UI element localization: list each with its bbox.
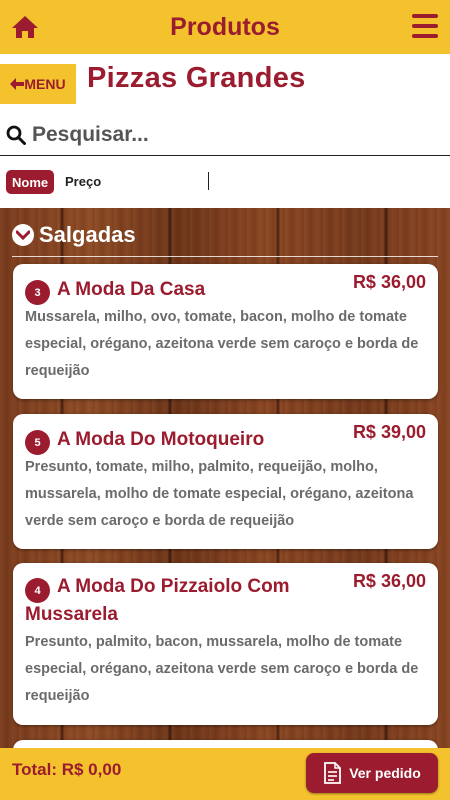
product-card[interactable]: 3 A Moda Da Casa R$ 36,00 Mussarela, mil…: [13, 264, 438, 399]
view-order-button[interactable]: Ver pedido: [306, 753, 438, 793]
product-card[interactable]: 5 A Moda Do Motoqueiro R$ 39,00 Presunto…: [13, 414, 438, 549]
document-icon: [324, 762, 342, 784]
product-price: R$ 36,00: [352, 272, 426, 292]
page-header-title: Produtos: [170, 12, 280, 41]
product-card[interactable]: 4 A Moda Do Pizzaiolo Com Mussarela R$ 3…: [13, 563, 438, 725]
search-input[interactable]: [32, 122, 412, 147]
sort-options: Nome Preço: [0, 158, 450, 208]
category-title: Pizzas Grandes: [87, 62, 306, 94]
arrow-left-icon: [10, 78, 25, 90]
home-icon: [12, 16, 38, 38]
back-menu-button[interactable]: MENU: [0, 64, 76, 104]
section-divider: [12, 256, 438, 257]
search-bar: [0, 114, 450, 156]
text-cursor: [208, 172, 209, 190]
product-card-partial[interactable]: [13, 740, 438, 748]
order-footer: Total: R$ 0,00 Ver pedido: [0, 748, 450, 800]
product-description: Mussarela, milho, ovo, tomate, bacon, mo…: [25, 309, 419, 379]
home-button[interactable]: [10, 12, 40, 42]
product-name: A Moda Do Pizzaiolo Com Mussarela: [25, 576, 290, 625]
product-description: Presunto, palmito, bacon, mussarela, mol…: [25, 634, 419, 704]
search-icon: [6, 125, 26, 145]
product-description: Presunto, tomate, milho, palmito, requei…: [25, 459, 414, 529]
back-menu-label: MENU: [24, 76, 66, 92]
order-total: Total: R$ 0,00: [12, 760, 122, 779]
section-header-salgadas[interactable]: Salgadas: [12, 222, 136, 248]
product-price: R$ 36,00: [352, 571, 426, 591]
category-header: MENU Pizzas Grandes: [0, 54, 450, 110]
sort-by-price-button[interactable]: Preço: [65, 174, 101, 189]
product-name: A Moda Do Motoqueiro: [57, 429, 265, 450]
chevron-down-circle-icon: [12, 224, 34, 246]
sort-by-name-button[interactable]: Nome: [6, 170, 55, 194]
top-bar: Produtos: [0, 0, 450, 54]
section-title: Salgadas: [39, 222, 136, 247]
product-name: A Moda Da Casa: [57, 279, 206, 300]
product-list[interactable]: Salgadas 3 A Moda Da Casa R$ 36,00 Mussa…: [0, 208, 450, 748]
view-order-label: Ver pedido: [349, 765, 421, 781]
hamburger-menu-icon[interactable]: [412, 14, 438, 38]
product-price: R$ 39,00: [352, 422, 426, 442]
